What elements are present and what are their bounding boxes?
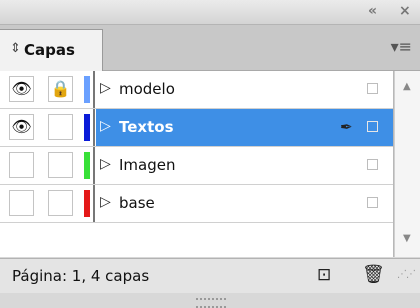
target-square[interactable] — [367, 159, 378, 170]
target-square[interactable] — [367, 197, 378, 208]
layer-name: modelo — [119, 80, 175, 98]
resize-grip-icon[interactable]: ⋰⋰ — [397, 269, 416, 280]
expand-triangle-icon[interactable]: ▷ — [100, 118, 111, 134]
expand-triangle-icon[interactable]: ▷ — [100, 194, 111, 210]
trash-icon[interactable]: 🗑 — [362, 264, 385, 285]
divider — [93, 109, 95, 146]
visibility-toggle[interactable]: 👁 — [9, 76, 34, 102]
close-icon[interactable]: × — [399, 3, 411, 19]
tab-label: Capas — [24, 41, 75, 59]
divider — [93, 71, 95, 108]
divider — [93, 185, 95, 222]
layer-name: Textos — [119, 118, 174, 136]
target-square[interactable] — [367, 83, 378, 94]
lock-icon: 🔒 — [50, 79, 71, 98]
layer-name: Imagen — [119, 156, 176, 174]
panel-footer: Página: 1, 4 capas ⊡ 🗑 ⋰⋰ — [0, 258, 420, 293]
layer-name: base — [119, 194, 155, 212]
vertical-scrollbar[interactable]: ▲ ▼ — [394, 71, 420, 257]
target-square[interactable] — [367, 121, 378, 132]
scroll-up-arrow-icon[interactable]: ▲ — [403, 81, 411, 92]
tab-bar: ⇕ Capas ▾≡ — [0, 25, 420, 71]
layer-color-swatch — [84, 152, 90, 179]
panel-titlebar: « × — [0, 0, 420, 25]
tab-layers[interactable]: ⇕ Capas — [0, 29, 103, 71]
status-text: Página: 1, 4 capas — [12, 267, 150, 285]
visibility-toggle[interactable] — [9, 190, 34, 216]
eye-icon: 👁 — [11, 79, 32, 98]
lock-toggle[interactable] — [48, 114, 73, 140]
panel-menu-icon[interactable]: ▾≡ — [391, 37, 412, 56]
layer-row-imagen[interactable]: ▷ Imagen — [0, 147, 393, 185]
visibility-toggle[interactable]: 👁 — [9, 114, 34, 140]
layer-row-modelo[interactable]: 👁 🔒 ▷ modelo — [0, 71, 393, 109]
scroll-down-arrow-icon[interactable]: ▼ — [403, 233, 411, 244]
lock-toggle[interactable] — [48, 190, 73, 216]
eye-icon: 👁 — [11, 117, 32, 136]
updown-arrows-icon: ⇕ — [10, 41, 21, 56]
layer-color-swatch — [84, 114, 90, 141]
new-layer-icon[interactable]: ⊡ — [317, 265, 331, 285]
expand-triangle-icon[interactable]: ▷ — [100, 80, 111, 96]
expand-triangle-icon[interactable]: ▷ — [100, 156, 111, 172]
layer-color-swatch — [84, 190, 90, 217]
visibility-toggle[interactable] — [9, 152, 34, 178]
pen-nib-icon: ✒ — [340, 118, 353, 136]
layer-row-textos[interactable]: 👁 ▷ Textos ✒ — [0, 109, 393, 147]
collapse-icon[interactable]: « — [368, 3, 377, 19]
layer-color-swatch — [84, 76, 90, 103]
divider — [93, 147, 95, 184]
lock-toggle[interactable]: 🔒 — [48, 76, 73, 102]
layer-row-base[interactable]: ▷ base — [0, 185, 393, 223]
layers-list: 👁 🔒 ▷ modelo 👁 ▷ Textos ✒ ▷ Imagen ▷ bas… — [0, 71, 394, 257]
lock-toggle[interactable] — [48, 152, 73, 178]
